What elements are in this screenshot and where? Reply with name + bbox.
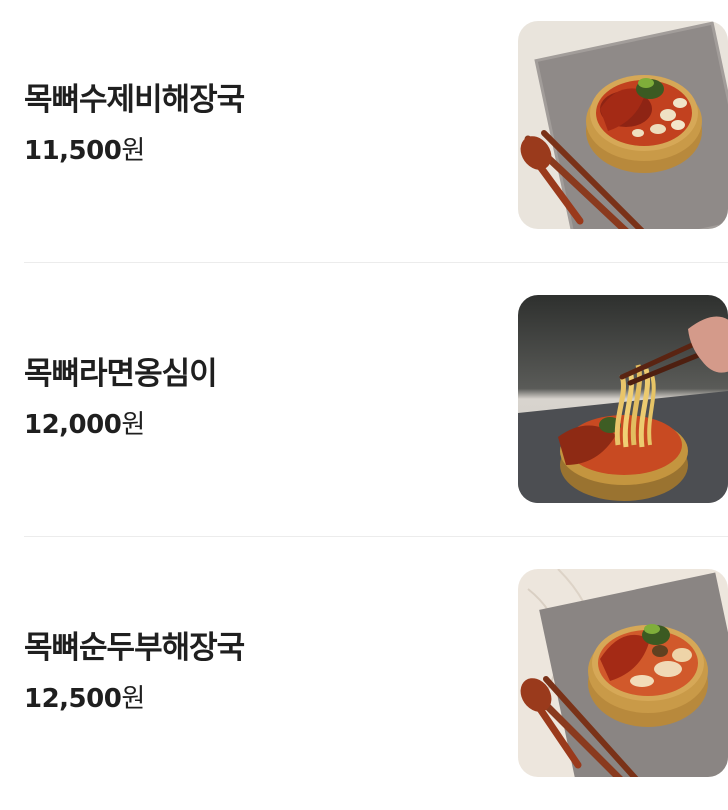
menu-item-price: 12,000원 bbox=[24, 409, 145, 441]
menu-list: 목뼈수제비해장국 11,500원 목뼈라면옹심이 12,000원 목뼈순두부해장… bbox=[0, 0, 728, 802]
price-currency: 원 bbox=[121, 136, 146, 166]
menu-item-name: 목뼈수제비해장국 bbox=[24, 82, 245, 118]
food-photo-icon[interactable] bbox=[518, 295, 728, 503]
price-value: 11,500 bbox=[24, 136, 122, 166]
price-value: 12,500 bbox=[24, 684, 122, 714]
menu-item-ramyeon-ongsimi[interactable]: 목뼈라면옹심이 12,000원 bbox=[0, 274, 728, 536]
menu-item-sujebi-haejangguk[interactable]: 목뼈수제비해장국 11,500원 bbox=[0, 0, 728, 262]
divider bbox=[24, 536, 728, 537]
food-photo-icon[interactable] bbox=[518, 569, 728, 777]
menu-item-price: 11,500원 bbox=[24, 135, 145, 167]
menu-item-sundubu-haejangguk[interactable]: 목뼈순두부해장국 12,500원 bbox=[0, 548, 728, 810]
price-value: 12,000 bbox=[24, 410, 122, 440]
menu-item-name: 목뼈라면옹심이 bbox=[24, 356, 218, 392]
divider bbox=[24, 262, 728, 263]
ramyeon-bowl-image bbox=[518, 295, 728, 503]
sundubu-bowl-image bbox=[518, 569, 728, 777]
price-currency: 원 bbox=[121, 684, 146, 714]
price-currency: 원 bbox=[121, 410, 146, 440]
food-photo-icon[interactable] bbox=[518, 21, 728, 229]
sujebi-bowl-image bbox=[518, 21, 728, 229]
menu-item-name: 목뼈순두부해장국 bbox=[24, 630, 245, 666]
menu-item-price: 12,500원 bbox=[24, 683, 145, 715]
